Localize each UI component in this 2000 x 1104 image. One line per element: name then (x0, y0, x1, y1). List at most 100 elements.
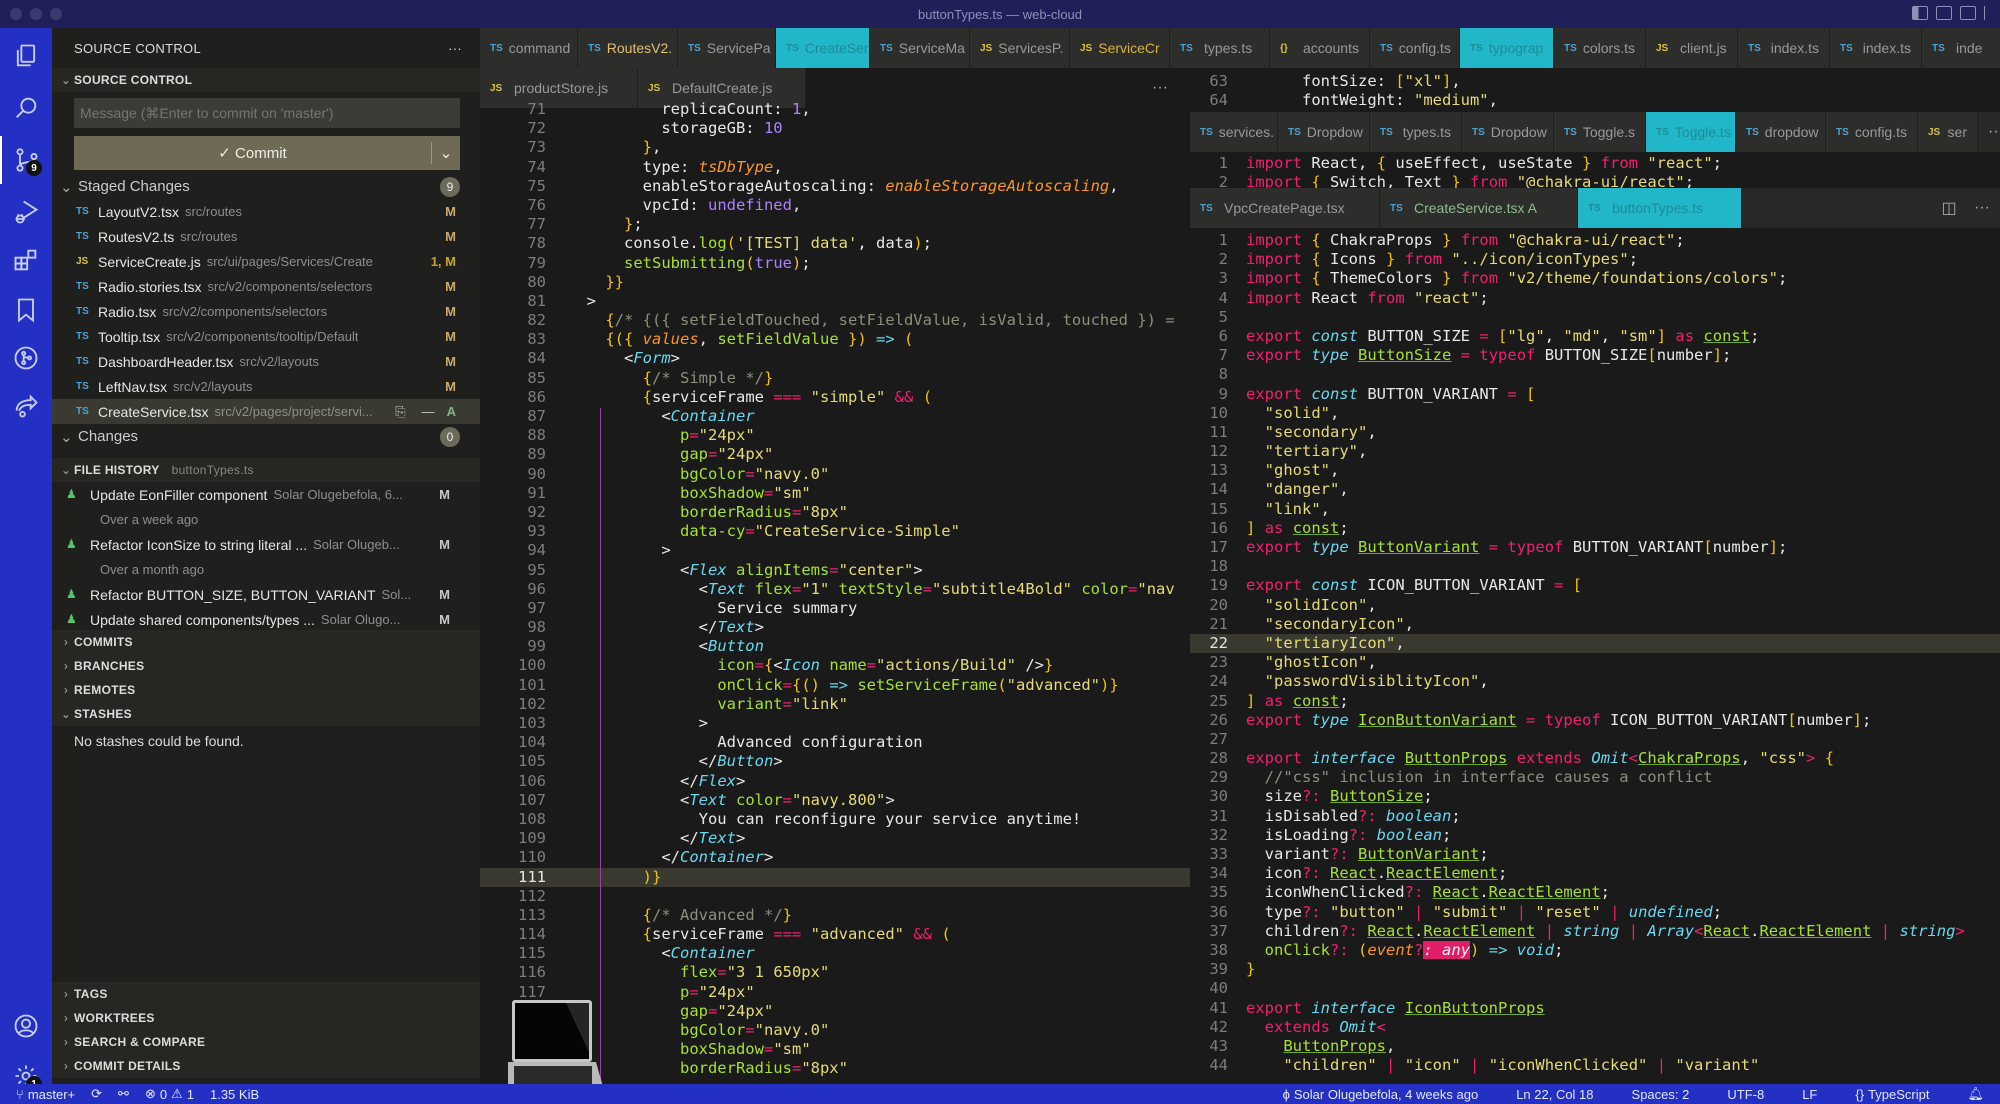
editor-tab[interactable]: TS index.ts (1738, 28, 1830, 68)
activity-search[interactable] (0, 84, 52, 132)
file-path: src/v2/pages/project/servi... (214, 404, 373, 419)
activity-accounts[interactable] (0, 1002, 52, 1050)
git-graph-icon[interactable]: ⚯ (118, 1086, 129, 1102)
notifications-bell-icon[interactable]: 🔔︎ (1967, 1086, 1984, 1102)
section-source-control[interactable]: ⌄ SOURCE CONTROL (52, 68, 480, 92)
editor-tab[interactable]: JS ServicesP. (970, 28, 1070, 68)
window-controls[interactable] (10, 8, 62, 20)
editor-tab[interactable]: TS Toggle.ts (1646, 112, 1736, 152)
activity-run-debug[interactable] (0, 188, 52, 236)
status-problems[interactable]: ⊗ 0 ⚠ 1 (145, 1086, 194, 1102)
chevron-down-icon: ⌄ (60, 73, 72, 87)
editor-tab[interactable]: TS typograp (1460, 28, 1554, 68)
close-window-button[interactable] (10, 8, 22, 20)
status-indentation[interactable]: Spaces: 2 (1632, 1086, 1690, 1102)
activity-source-control[interactable]: 9 (0, 136, 52, 184)
editor-tab[interactable]: TS inde (1922, 28, 2000, 68)
activity-gitlens[interactable] (0, 334, 52, 382)
status-eol[interactable]: LF (1802, 1086, 1817, 1102)
editor-tab[interactable]: TS command (480, 28, 578, 68)
editor-tab[interactable]: JS ser (1918, 112, 1978, 152)
staged-file-row[interactable]: TS Radio.stories.tsx src/v2/components/sel… (52, 274, 480, 299)
tab-vpccreatepage[interactable]: TS VpcCreatePage.tsx (1190, 188, 1380, 228)
staged-file-row[interactable]: TS Tooltip.tsx src/v2/components/tooltip/D… (52, 324, 480, 349)
editor-tab[interactable]: TS config.ts (1370, 28, 1460, 68)
file-path: src/v2/components/selectors (162, 304, 328, 319)
editor-tab[interactable]: TS Dropdow (1462, 112, 1554, 152)
maximize-window-button[interactable] (50, 8, 62, 20)
editor-tab[interactable]: JS client.js (1646, 28, 1738, 68)
section-commit-details[interactable]: › COMMIT DETAILS (52, 1054, 480, 1078)
editor-tab[interactable]: TS services. (1190, 112, 1278, 152)
editor-tab[interactable]: TS types.ts (1170, 28, 1270, 68)
section-branches[interactable]: › BRANCHES (52, 654, 480, 678)
sync-icon[interactable]: ⟳ (91, 1086, 102, 1102)
editor-tab[interactable]: TS config.ts (1826, 112, 1918, 152)
file-history-item[interactable]: ♟ Refactor BUTTON_SIZE, BUTTON_VARIANT Sol… (52, 582, 480, 607)
customize-layout-icon[interactable] (1984, 6, 1988, 20)
editor-more-actions-button[interactable]: ··· (1964, 188, 2000, 228)
unstage-icon[interactable]: — (422, 404, 435, 419)
section-file-history[interactable]: ⌄ FILE HISTORY buttonTypes.ts (52, 458, 480, 482)
editor-tab[interactable]: TS Dropdow (1278, 112, 1370, 152)
commit-time: Over a week ago (100, 512, 199, 527)
section-worktrees[interactable]: › WORKTREES (52, 1006, 480, 1030)
file-history-item[interactable]: ♟ Refactor IconSize to string literal ...… (52, 532, 480, 557)
section-remotes[interactable]: › REMOTES (52, 678, 480, 702)
section-commits[interactable]: › COMMITS (52, 630, 480, 654)
sidebar-more-button[interactable]: ··· (448, 41, 462, 56)
editor-tab[interactable]: TS RoutesV2. (578, 28, 678, 68)
status-cursor-position[interactable]: Ln 22, Col 18 (1516, 1086, 1593, 1102)
toggle-panel-icon[interactable] (1936, 6, 1952, 20)
staged-file-row[interactable]: TS RoutesV2.ts src/routes M (52, 224, 480, 249)
editor-tab[interactable]: TS colors.ts (1554, 28, 1646, 68)
minimize-window-button[interactable] (30, 8, 42, 20)
editor-tab[interactable]: TS types.ts (1370, 112, 1462, 152)
staged-file-row[interactable]: TS LayoutV2.tsx src/routes M (52, 199, 480, 224)
tab-createservice[interactable]: TS CreateService.tsx A (1380, 188, 1578, 228)
activity-explorer[interactable] (0, 32, 52, 80)
activity-bookmarks[interactable] (0, 286, 52, 334)
status-encoding[interactable]: UTF-8 (1727, 1086, 1764, 1102)
editor-tab[interactable]: JS ServiceCr (1070, 28, 1170, 68)
editor-tab[interactable]: TS dropdow (1736, 112, 1826, 152)
toggle-secondary-sidebar-icon[interactable] (1960, 6, 1976, 20)
split-editor-icon[interactable]: ◫ (1934, 188, 1964, 228)
staged-file-row[interactable]: JS ServiceCreate.js src/ui/pages/Services/… (52, 249, 480, 274)
editor-tab[interactable]: TS Toggle.s (1554, 112, 1646, 152)
section-tags[interactable]: › TAGS (52, 982, 480, 1006)
right-code-editor[interactable]: 1 import { ChakraProps } from "@chakra-ui… (1190, 231, 2000, 1075)
staged-file-row[interactable]: TS DashboardHeader.tsx src/v2/layouts M (52, 349, 480, 374)
commit-dropdown-chevron-icon[interactable]: ⌄ (432, 144, 460, 162)
section-search-compare[interactable]: › SEARCH & COMPARE (52, 1030, 480, 1054)
tab-buttontypes[interactable]: TS buttonTypes.ts (1578, 188, 1742, 228)
file-history-item[interactable]: ♟ Update shared components/types ... Solar… (52, 607, 480, 630)
editor-tab[interactable]: TS ServicePa (678, 28, 776, 68)
activity-live-share[interactable] (0, 382, 52, 430)
commit-button[interactable]: ✓ Commit ⌄ (74, 136, 460, 170)
toggle-sidebar-icon[interactable] (1912, 6, 1928, 20)
changes-group[interactable]: ⌄ Changes 0 (52, 424, 480, 449)
editor-tab[interactable]: {} accounts (1270, 28, 1370, 68)
status-branch[interactable]: ⑂ master+ (16, 1087, 75, 1102)
git-branch-icon: ⑂ (16, 1086, 24, 1102)
activity-extensions[interactable] (0, 236, 52, 284)
commit-message-input[interactable] (74, 98, 460, 128)
staged-file-row[interactable]: TS CreateService.tsx src/v2/pages/project/… (52, 399, 480, 424)
section-title: COMMITS (74, 635, 133, 649)
staged-changes-group[interactable]: ⌄ Staged Changes 9 (52, 174, 480, 199)
left-code-editor[interactable]: 71 replicaCount: 1, 72 storageGB: 10 73 … (480, 100, 1190, 1079)
file-history-item[interactable]: ♟ Update EonFiller component Solar Olugebe… (52, 482, 480, 507)
status-language[interactable]: {} TypeScript (1855, 1086, 1929, 1102)
editor-tab[interactable]: TS index.ts (1830, 28, 1922, 68)
open-file-icon[interactable]: ⎘ (395, 404, 405, 420)
section-stashes[interactable]: ⌄ STASHES (52, 702, 480, 726)
editor-tab[interactable]: TS ServiceMa (870, 28, 970, 68)
typography-editor[interactable]: 63 fontSize: ["xl"], 64 fontWeight: "med… (1190, 68, 2000, 112)
editor-tab[interactable]: TS CreateSer (776, 28, 870, 68)
tabs-overflow-button[interactable]: ··· (1978, 112, 2000, 152)
staged-file-row[interactable]: TS LeftNav.tsx src/v2/layouts M (52, 374, 480, 399)
status-blame[interactable]: ϕ Solar Olugebefola, 4 weeks ago (1283, 1086, 1479, 1102)
toggle-code-editor[interactable]: 1 import React, { useEffect, useState } f… (1190, 154, 2000, 192)
staged-file-row[interactable]: TS Radio.tsx src/v2/components/selectors M (52, 299, 480, 324)
